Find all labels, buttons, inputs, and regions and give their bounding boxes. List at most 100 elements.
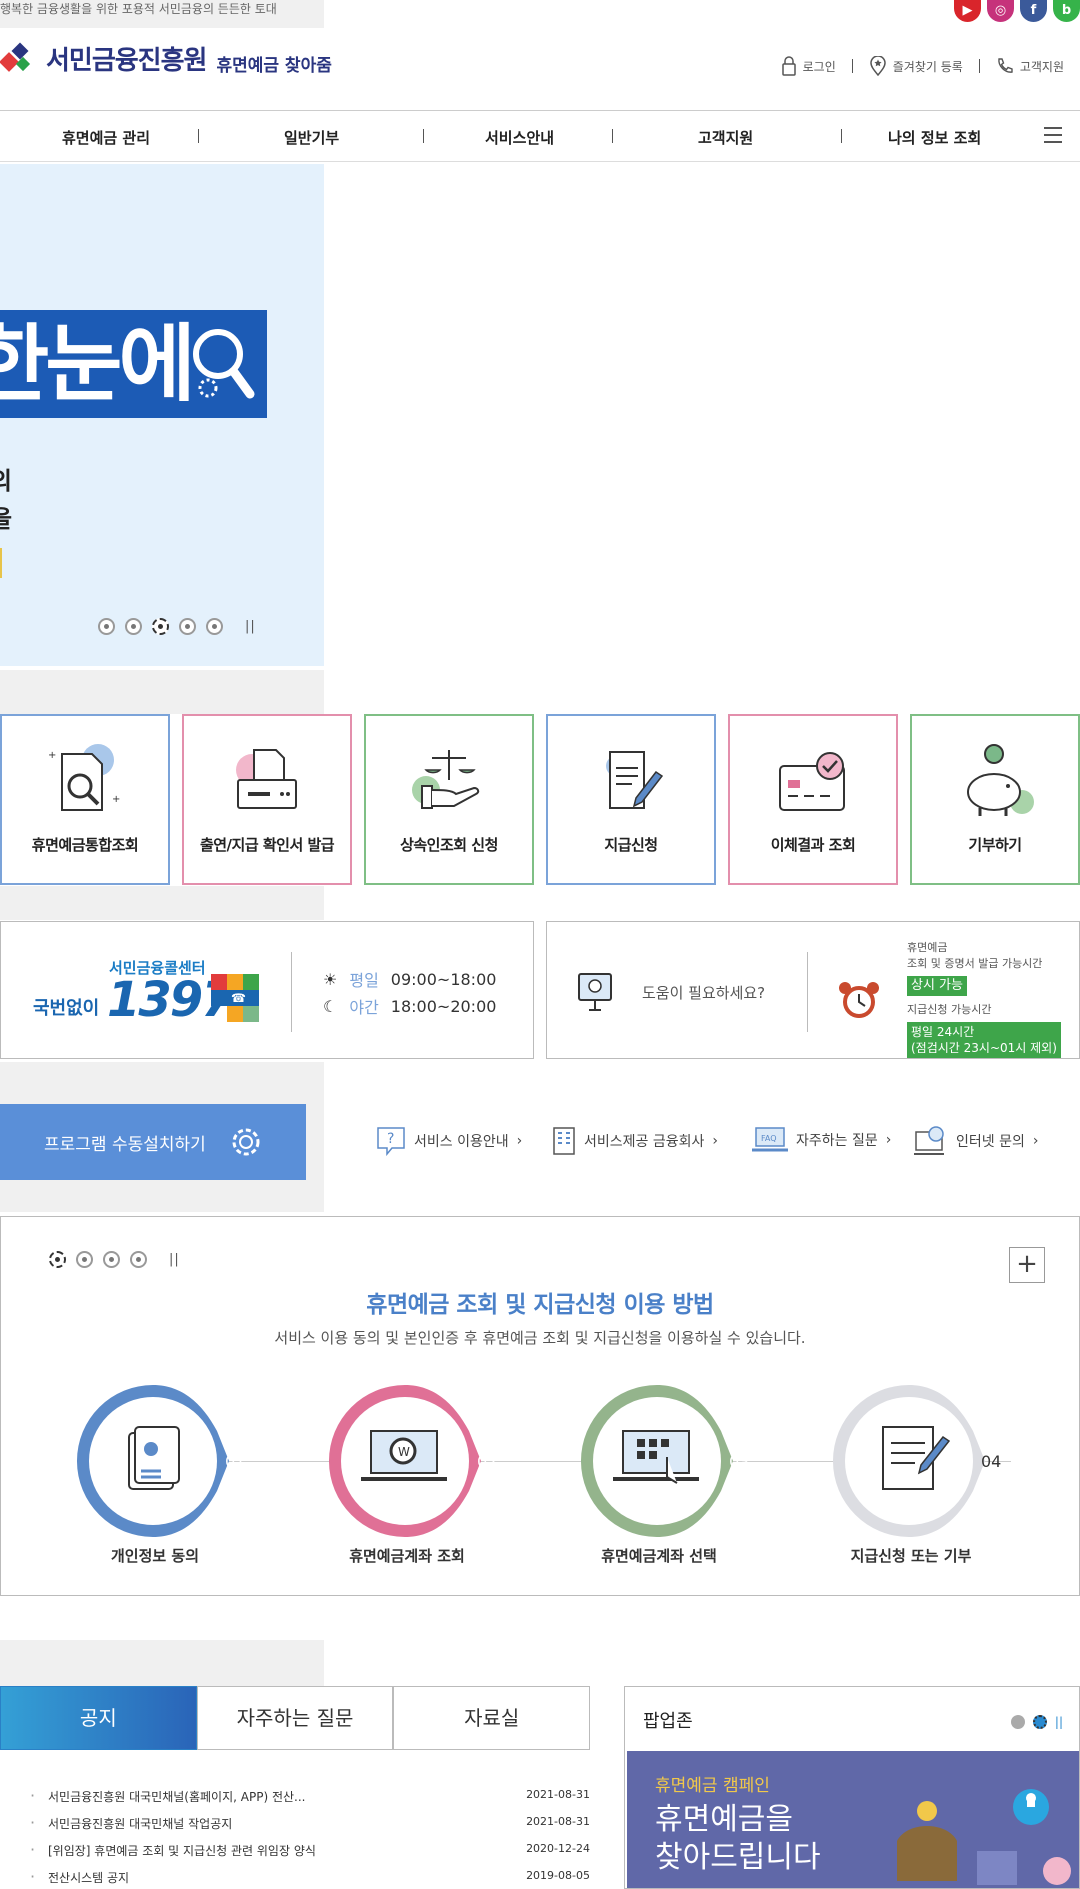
hero-accent [0, 548, 2, 578]
step-number: 01 [225, 1452, 245, 1471]
usage-steps-panel: || + 휴면예금 조회 및 지급신청 이용 방법 서비스 이용 동의 및 본인… [0, 1216, 1080, 1596]
step-number: 02 [477, 1452, 497, 1471]
menu-icon[interactable] [1044, 127, 1062, 143]
pause-icon[interactable]: || [245, 619, 256, 634]
bg-strip [0, 670, 324, 714]
piggy-bank-icon [967, 744, 1034, 816]
slide-dot[interactable] [103, 1251, 120, 1268]
service-integrated-search[interactable]: + + 휴면예금통합조회 [0, 714, 170, 885]
weekday-hours: ☀ 평일 09:00~18:00 [323, 967, 496, 991]
document-pen-icon [606, 751, 664, 809]
quick-link-label: 서비스 이용안내 [414, 1134, 509, 1150]
quick-link-label: 서비스제공 금융회사 [584, 1134, 705, 1150]
nav-divider [198, 129, 199, 143]
call-prefix: 국번없이 [33, 998, 100, 1019]
card-check-icon [779, 752, 845, 811]
notice-date: 2021-08-31 [526, 1815, 590, 1828]
list-item[interactable]: [위임장] 휴면예금 조회 및 지급신청 관련 위임장 양식 2020-12-24 [30, 1840, 590, 1869]
magnifier-icon [193, 329, 255, 399]
popup-slider-dots: || [1010, 1715, 1063, 1729]
svg-text:?: ? [387, 1131, 394, 1147]
notice-date: 2019-08-05 [526, 1869, 590, 1882]
help-text[interactable]: 도움이 필요하세요? [642, 982, 765, 1003]
slide-dot[interactable] [125, 618, 142, 635]
step-badge-1: 01 [76, 1385, 245, 1537]
step-3: 03 휴면예금계좌 선택 [579, 1383, 769, 1565]
slide-dot[interactable] [76, 1251, 93, 1268]
slide-dot-active[interactable] [49, 1251, 66, 1268]
popup-banner[interactable]: 휴면예금 캠페인 휴면예금을 찾아드립니다 [627, 1751, 1079, 1888]
popup-headline-line1: 휴면예금을 [655, 1802, 793, 1837]
service-donate[interactable]: 기부하기 [910, 714, 1080, 885]
help-box: 도움이 필요하세요? 휴면예금 조회 및 증명서 발급 가능시간 상시 가능 지… [546, 921, 1080, 1059]
notice-title: 서민금융진흥원 대국민채널 작업공지 [48, 1817, 233, 1831]
service-label: 이체결과 조회 [770, 836, 856, 854]
pay-badge-line1: 평일 24시간 [911, 1025, 975, 1039]
instagram-icon[interactable]: ◎ [987, 0, 1014, 22]
support-label: 고객지원 [1019, 59, 1064, 74]
night-label: 야간 [349, 998, 379, 1017]
list-item[interactable]: 서민금융진흥원 대국민채널 작업공지 2021-08-31 [30, 1813, 590, 1842]
quick-link-financial-companies[interactable]: 서비스제공 금융회사 › [552, 1126, 718, 1156]
quick-link-service-guide[interactable]: ? 서비스 이용안내 › [376, 1126, 522, 1156]
facebook-icon[interactable]: f [1020, 0, 1047, 22]
step-badge-2: W 02 [328, 1385, 497, 1537]
quick-link-inquiry[interactable]: 인터넷 문의 › [914, 1126, 1038, 1156]
step-number: 04 [981, 1452, 1001, 1471]
tab-faq[interactable]: 자주하는 질문 [196, 1686, 394, 1750]
step-label: 개인정보 동의 [110, 1547, 200, 1565]
moon-icon: ☾ [323, 996, 338, 1016]
nav-dormant-deposit[interactable]: 휴면예금 관리 [62, 127, 150, 148]
nav-service-guide[interactable]: 서비스안내 [485, 127, 554, 148]
weekday-time: 09:00~18:00 [390, 969, 497, 989]
list-item[interactable]: 서민금융진흥원 대국민채널(홈페이지, APP) 전산... 2021-08-31 [30, 1786, 590, 1815]
quick-link-faq[interactable]: FAQ 자주하는 질문 › [752, 1126, 891, 1154]
slide-dot[interactable] [98, 618, 115, 635]
more-button[interactable]: + [1009, 1247, 1045, 1283]
pause-icon[interactable]: || [1055, 1715, 1063, 1729]
board-tabs: 공지 자주하는 질문 자료실 [0, 1686, 591, 1750]
popup-headline-line2: 찾아드립니다 [655, 1840, 821, 1875]
slide-dot-active[interactable] [1032, 1715, 1047, 1729]
site-logo[interactable]: 서민금융진흥원 휴면예금 찾아줌 [0, 40, 332, 77]
night-time: 18:00~20:00 [390, 996, 497, 1016]
utility-menu: 로그인 즐겨찾기 등록 고객지원 [781, 56, 1064, 76]
slide-dot[interactable] [206, 618, 223, 635]
slide-dot[interactable] [179, 618, 196, 635]
tab-archive[interactable]: 자료실 [393, 1686, 591, 1750]
login-link[interactable]: 로그인 [781, 56, 836, 76]
support-link[interactable]: 고객지원 [996, 57, 1064, 75]
nav-my-info[interactable]: 나의 정보 조회 [888, 127, 981, 148]
bg-strip [0, 1640, 324, 1686]
service-label: 기부하기 [968, 836, 1022, 854]
program-install-label: 프로그램 수동설치하기 [44, 1135, 206, 1155]
list-item[interactable]: 전산시스템 공지 2019-08-05 [30, 1867, 590, 1889]
pay-title: 지급신청 가능시간 [907, 1003, 992, 1016]
slide-dot-active[interactable] [152, 618, 169, 635]
svg-text:☎: ☎ [231, 991, 246, 1005]
bookmark-link[interactable]: 즐겨찾기 등록 [869, 56, 963, 76]
service-heir-inquiry[interactable]: 상속인조회 신청 [364, 714, 534, 885]
svg-text:+: + [48, 750, 56, 761]
tab-notice[interactable]: 공지 [0, 1686, 197, 1750]
program-install-button[interactable]: 프로그램 수동설치하기 [0, 1104, 306, 1180]
chat-monitor-icon [914, 1126, 944, 1155]
slide-dot[interactable] [130, 1251, 147, 1268]
pause-icon[interactable]: || [169, 1252, 180, 1267]
slide-dot[interactable] [1010, 1715, 1025, 1729]
blog-icon[interactable]: b [1053, 0, 1080, 22]
steps-title: 휴면예금 조회 및 지급신청 이용 방법 [366, 1292, 714, 1318]
service-certificate-issue[interactable]: 출연/지급 확인서 발급 [182, 714, 352, 885]
question-bubble-icon: ? [377, 1127, 405, 1156]
service-label: 지급신청 [604, 836, 658, 854]
service-label: 상속인조회 신청 [400, 836, 498, 854]
nav-general-donation[interactable]: 일반기부 [284, 127, 339, 148]
service-payment-request[interactable]: 지급신청 [546, 714, 716, 885]
svg-text:FAQ: FAQ [761, 1134, 777, 1143]
phone-keypad-icon: ☎ [211, 974, 259, 1022]
step-label: 휴면예금계좌 선택 [601, 1547, 717, 1565]
service-transfer-result[interactable]: 이체결과 조회 [728, 714, 898, 885]
login-label: 로그인 [802, 59, 836, 74]
nav-customer-support[interactable]: 고객지원 [698, 127, 753, 148]
youtube-icon[interactable]: ▶ [954, 0, 981, 22]
